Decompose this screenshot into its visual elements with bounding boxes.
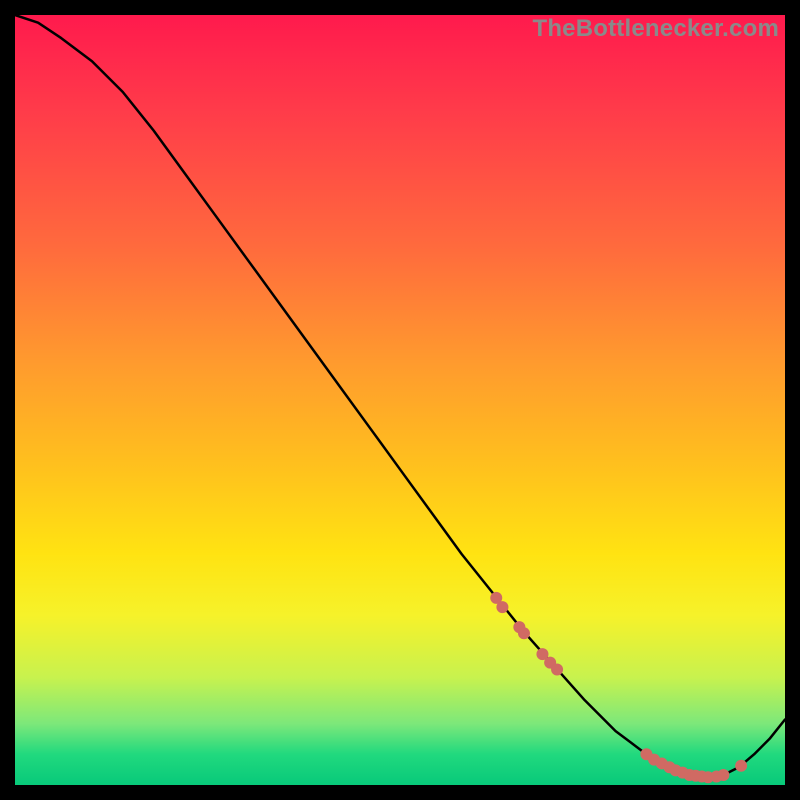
plot-gradient-background [15,15,785,785]
chart-stage: TheBottlenecker.com [0,0,800,800]
plot-outer-frame: TheBottlenecker.com [15,15,785,785]
